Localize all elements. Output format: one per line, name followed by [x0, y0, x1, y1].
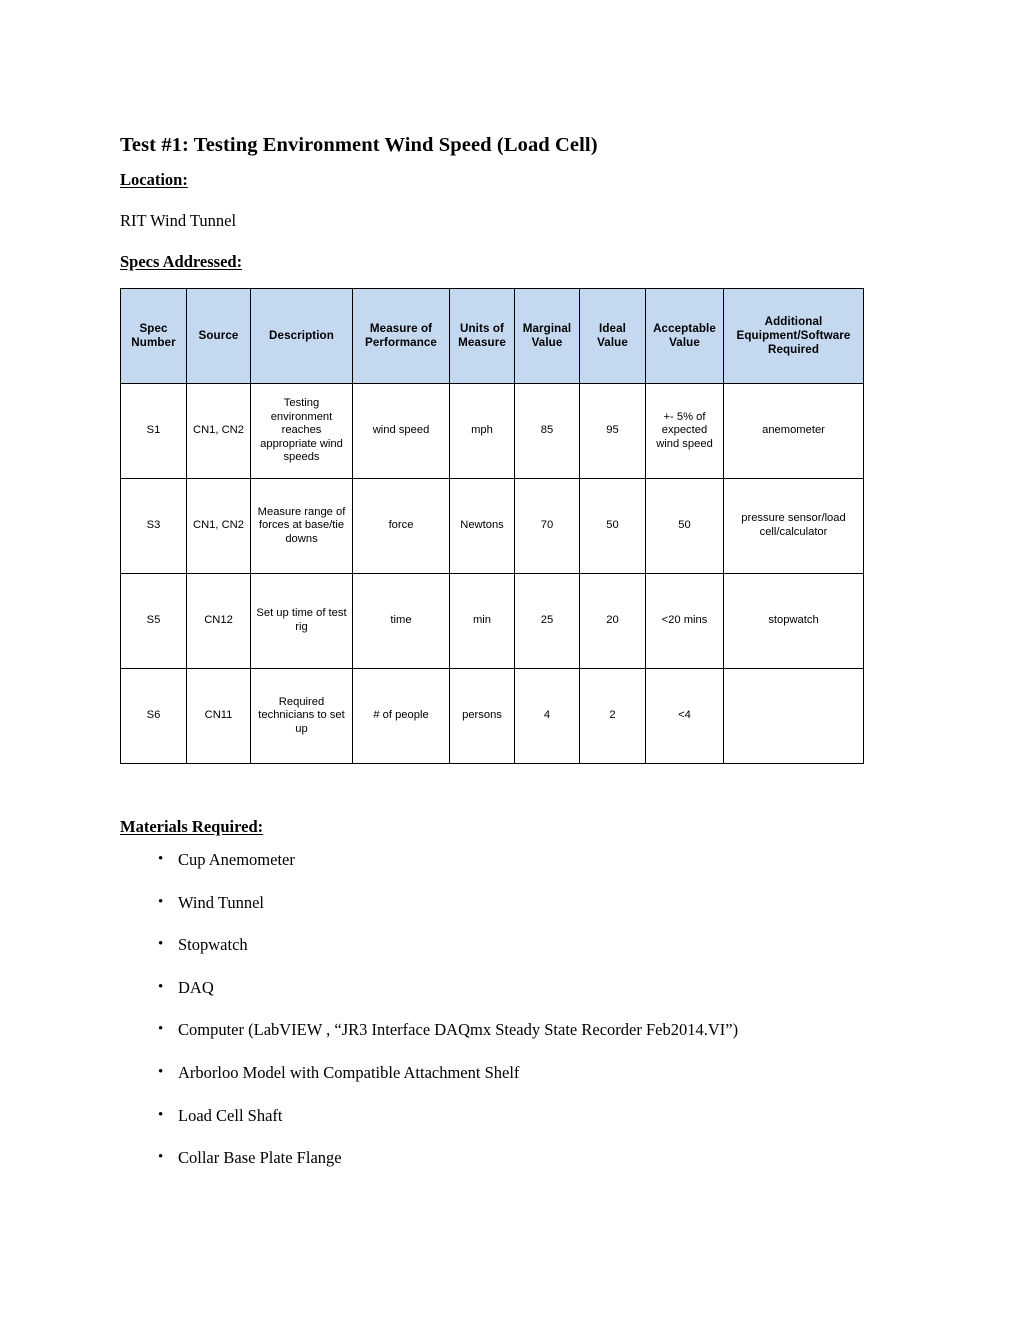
- bullet-icon: •: [158, 893, 164, 910]
- cell-description: Measure range of forces at base/tie down…: [250, 478, 353, 574]
- cell-marginal-value: 85: [514, 383, 580, 479]
- cell-ideal-value: 2: [579, 668, 646, 764]
- bullet-icon: •: [158, 1149, 164, 1166]
- cell-acceptable-value: +- 5% of expected wind speed: [645, 383, 724, 479]
- table-row: S5 CN12 Set up time of test rig time min…: [120, 573, 864, 669]
- cell-description: Testing environment reaches appropriate …: [250, 383, 353, 479]
- bullet-icon: •: [158, 1106, 164, 1123]
- column-header-ideal-value: Ideal Value: [579, 288, 646, 384]
- column-header-source: Source: [186, 288, 251, 384]
- column-header-acceptable-value: Acceptable Value: [645, 288, 724, 384]
- column-header-units-of-measure: Units of Measure: [449, 288, 515, 384]
- cell-marginal-value: 70: [514, 478, 580, 574]
- cell-units-of-measure: mph: [449, 383, 515, 479]
- bullet-icon: •: [158, 851, 164, 867]
- cell-ideal-value: 20: [579, 573, 646, 669]
- list-item: • DAQ: [120, 977, 920, 1023]
- location-heading: Location:: [120, 170, 188, 189]
- materials-list: • Cup Anemometer • Wind Tunnel • Stopwat…: [120, 850, 920, 1193]
- list-item-label: Load Cell Shaft: [178, 1105, 283, 1125]
- list-item: • Wind Tunnel: [120, 892, 920, 938]
- document-page: Test #1: Testing Environment Wind Speed …: [0, 0, 1020, 1320]
- list-item-label: Stopwatch: [178, 935, 248, 955]
- cell-additional-equipment: stopwatch: [723, 573, 864, 669]
- cell-source: CN1, CN2: [186, 383, 251, 479]
- table-row: S6 CN11 Required technicians to set up #…: [120, 668, 864, 764]
- cell-additional-equipment: anemometer: [723, 383, 864, 479]
- specs-addressed-heading: Specs Addressed:: [120, 252, 243, 271]
- bullet-icon: •: [158, 936, 164, 953]
- cell-description: Required technicians to set up: [250, 668, 353, 764]
- cell-spec-number: S6: [120, 668, 187, 764]
- cell-measure-of-performance: wind speed: [352, 383, 450, 479]
- list-item: • Load Cell Shaft: [120, 1105, 920, 1151]
- cell-units-of-measure: min: [449, 573, 515, 669]
- list-item-label: Wind Tunnel: [178, 892, 264, 912]
- column-header-spec-number: Spec Number: [120, 288, 187, 384]
- cell-spec-number: S1: [120, 383, 187, 479]
- list-item: • Arborloo Model with Compatible Attachm…: [120, 1062, 920, 1108]
- cell-ideal-value: 50: [579, 478, 646, 574]
- column-header-additional-equipment: Additional Equipment/Software Required: [723, 288, 864, 384]
- list-item-label: Computer (LabVIEW , “JR3 Interface DAQmx…: [178, 1020, 739, 1040]
- cell-source: CN11: [186, 668, 251, 764]
- bullet-icon: •: [158, 1063, 164, 1080]
- cell-additional-equipment: [723, 668, 864, 764]
- cell-acceptable-value: 50: [645, 478, 724, 574]
- cell-source: CN12: [186, 573, 251, 669]
- list-item: • Cup Anemometer: [120, 850, 920, 895]
- cell-acceptable-value: <4: [645, 668, 724, 764]
- page-title: Test #1: Testing Environment Wind Speed …: [120, 133, 598, 156]
- cell-source: CN1, CN2: [186, 478, 251, 574]
- cell-measure-of-performance: time: [352, 573, 450, 669]
- list-item: • Collar Base Plate Flange: [120, 1150, 920, 1193]
- cell-ideal-value: 95: [579, 383, 646, 479]
- cell-spec-number: S3: [120, 478, 187, 574]
- list-item-label: Collar Base Plate Flange: [178, 1148, 342, 1168]
- specs-table-container: Spec Number Source Description Measure o…: [120, 288, 864, 764]
- list-item-label: Cup Anemometer: [178, 850, 295, 869]
- specs-table: Spec Number Source Description Measure o…: [120, 288, 864, 764]
- materials-required-heading: Materials Required:: [120, 817, 264, 836]
- cell-units-of-measure: persons: [449, 668, 515, 764]
- column-header-marginal-value: Marginal Value: [514, 288, 580, 384]
- cell-additional-equipment: pressure sensor/load cell/calculator: [723, 478, 864, 574]
- table-header-row: Spec Number Source Description Measure o…: [120, 288, 864, 384]
- bullet-icon: •: [158, 978, 164, 995]
- cell-measure-of-performance: # of people: [352, 668, 450, 764]
- list-item: • Stopwatch: [120, 937, 920, 980]
- location-value: RIT Wind Tunnel: [120, 211, 237, 230]
- cell-measure-of-performance: force: [352, 478, 450, 574]
- list-item-label: DAQ: [178, 977, 214, 997]
- table-row: S3 CN1, CN2 Measure range of forces at b…: [120, 478, 864, 574]
- cell-marginal-value: 25: [514, 573, 580, 669]
- list-item: • Computer (LabVIEW , “JR3 Interface DAQ…: [120, 1022, 920, 1065]
- cell-description: Set up time of test rig: [250, 573, 353, 669]
- column-header-description: Description: [250, 288, 353, 384]
- cell-acceptable-value: <20 mins: [645, 573, 724, 669]
- column-header-measure-of-performance: Measure of Performance: [352, 288, 450, 384]
- table-row: S1 CN1, CN2 Testing environment reaches …: [120, 383, 864, 479]
- bullet-icon: •: [158, 1021, 164, 1038]
- list-item-label: Arborloo Model with Compatible Attachmen…: [178, 1062, 520, 1082]
- cell-marginal-value: 4: [514, 668, 580, 764]
- cell-units-of-measure: Newtons: [449, 478, 515, 574]
- cell-spec-number: S5: [120, 573, 187, 669]
